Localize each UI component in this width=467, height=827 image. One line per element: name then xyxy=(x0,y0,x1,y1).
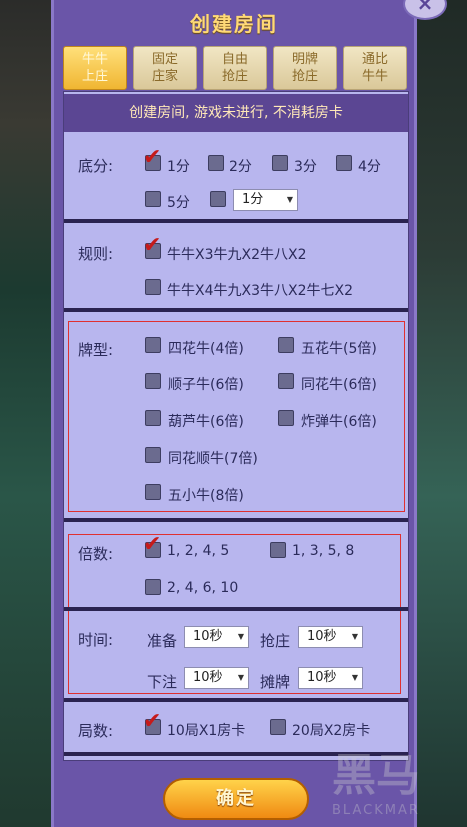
checkmark-icon: ✔ xyxy=(143,233,162,258)
option-score-3: 3分 xyxy=(294,159,317,175)
prepare-time-select[interactable]: 10秒 ▼ xyxy=(184,626,249,648)
tab-free-grab[interactable]: 自由 抢庄 xyxy=(203,46,267,90)
checkbox-score-2[interactable] xyxy=(208,155,224,171)
checkbox-score-3[interactable] xyxy=(272,155,288,171)
option-rounds-20: 20局X2房卡 xyxy=(292,723,371,739)
checkbox-score-custom[interactable] xyxy=(210,191,226,207)
checkbox-card-type-7[interactable] xyxy=(145,447,161,463)
tab-open-grab[interactable]: 明牌 抢庄 xyxy=(273,46,337,90)
option-card-type-1: 四花牛(4倍) xyxy=(168,341,244,357)
tab-niuniu-banker[interactable]: 牛牛 上庄 xyxy=(63,46,127,90)
rules-label: 规则: xyxy=(78,245,114,263)
option-card-type-4: 同花牛(6倍) xyxy=(301,377,377,393)
checkbox-score-4[interactable] xyxy=(336,155,352,171)
checkbox-card-type-4[interactable] xyxy=(278,373,294,389)
checkbox-card-type-5[interactable] xyxy=(145,410,161,426)
option-score-1: 1分 xyxy=(167,159,190,175)
option-card-type-2: 五花牛(5倍) xyxy=(301,341,377,357)
option-score-2: 2分 xyxy=(229,159,252,175)
option-rounds-10: 10局X1房卡 xyxy=(167,723,246,739)
chevron-down-icon: ▼ xyxy=(351,673,358,682)
option-multiplier-2: 1, 3, 5, 8 xyxy=(292,543,355,559)
checkbox-card-type-2[interactable] xyxy=(278,337,294,353)
checkbox-card-type-8[interactable] xyxy=(145,484,161,500)
card-types-label: 牌型: xyxy=(78,341,114,359)
option-multiplier-3: 2, 4, 6, 10 xyxy=(167,580,239,596)
option-card-type-8: 五小牛(8倍) xyxy=(168,488,244,504)
checkbox-card-type-1[interactable] xyxy=(145,337,161,353)
prepare-label: 准备 xyxy=(147,632,178,650)
mode-tabs: 牛牛 上庄 固定 庄家 自由 抢庄 明牌 抢庄 通比 牛牛 xyxy=(63,46,407,90)
option-score-4: 4分 xyxy=(358,159,381,175)
notice-banner: 创建房间, 游戏未进行, 不消耗房卡 xyxy=(64,94,408,132)
option-rule-1: 牛牛X3牛九X2牛八X2 xyxy=(167,247,307,263)
confirm-button[interactable]: 确定 xyxy=(163,778,309,820)
base-score-label: 底分: xyxy=(78,157,114,175)
time-label: 时间: xyxy=(78,631,114,649)
chevron-down-icon: ▼ xyxy=(237,673,244,682)
divider xyxy=(64,308,408,312)
score-select[interactable]: 1分 ▼ xyxy=(233,189,298,211)
divider xyxy=(64,607,408,611)
option-card-type-6: 炸弹牛(6倍) xyxy=(301,414,377,430)
checkmark-icon: ✔ xyxy=(143,709,162,734)
prepare-time-value: 10秒 xyxy=(193,629,223,644)
multiplier-label: 倍数: xyxy=(78,545,114,563)
score-select-value: 1分 xyxy=(242,192,264,207)
grab-time-value: 10秒 xyxy=(307,629,337,644)
option-card-type-5: 葫芦牛(6倍) xyxy=(168,414,244,430)
chevron-down-icon: ▼ xyxy=(286,195,293,204)
watermark-logo-text: BLACKMAR xyxy=(332,803,420,818)
divider xyxy=(64,698,408,702)
watermark-logo-glyphs: 黑马 xyxy=(332,750,420,801)
option-score-5: 5分 xyxy=(167,195,190,211)
bet-time-select[interactable]: 10秒 ▼ xyxy=(184,667,249,689)
checkbox-card-type-6[interactable] xyxy=(278,410,294,426)
bet-time-value: 10秒 xyxy=(193,670,223,685)
divider xyxy=(64,219,408,223)
tab-compare-all[interactable]: 通比 牛牛 xyxy=(343,46,407,90)
checkbox-rule-2[interactable] xyxy=(145,279,161,295)
checkbox-multiplier-2[interactable] xyxy=(270,542,286,558)
grab-time-select[interactable]: 10秒 ▼ xyxy=(298,626,363,648)
checkmark-icon: ✔ xyxy=(143,145,162,170)
checkbox-score-5[interactable] xyxy=(145,191,161,207)
divider xyxy=(64,518,408,522)
option-card-type-7: 同花顺牛(7倍) xyxy=(168,451,258,467)
checkbox-rounds-20[interactable] xyxy=(270,719,286,735)
option-rule-2: 牛牛X4牛九X3牛八X2牛七X2 xyxy=(167,283,353,299)
dialog-title: 创建房间 xyxy=(190,12,278,36)
checkbox-card-type-3[interactable] xyxy=(145,373,161,389)
option-card-type-3: 顺子牛(6倍) xyxy=(168,377,244,393)
show-time-value: 10秒 xyxy=(307,670,337,685)
option-multiplier-1: 1, 2, 4, 5 xyxy=(167,543,230,559)
grab-label: 抢庄 xyxy=(260,632,291,650)
tab-fixed-banker[interactable]: 固定 庄家 xyxy=(133,46,197,90)
checkbox-multiplier-3[interactable] xyxy=(145,579,161,595)
watermark-logo: 黑马 BLACKMAR xyxy=(332,750,420,818)
show-time-select[interactable]: 10秒 ▼ xyxy=(298,667,363,689)
chevron-down-icon: ▼ xyxy=(237,632,244,641)
rounds-label: 局数: xyxy=(78,722,114,740)
chevron-down-icon: ▼ xyxy=(351,632,358,641)
show-label: 摊牌 xyxy=(260,673,291,691)
checkmark-icon: ✔ xyxy=(143,532,162,557)
bet-label: 下注 xyxy=(147,673,178,691)
